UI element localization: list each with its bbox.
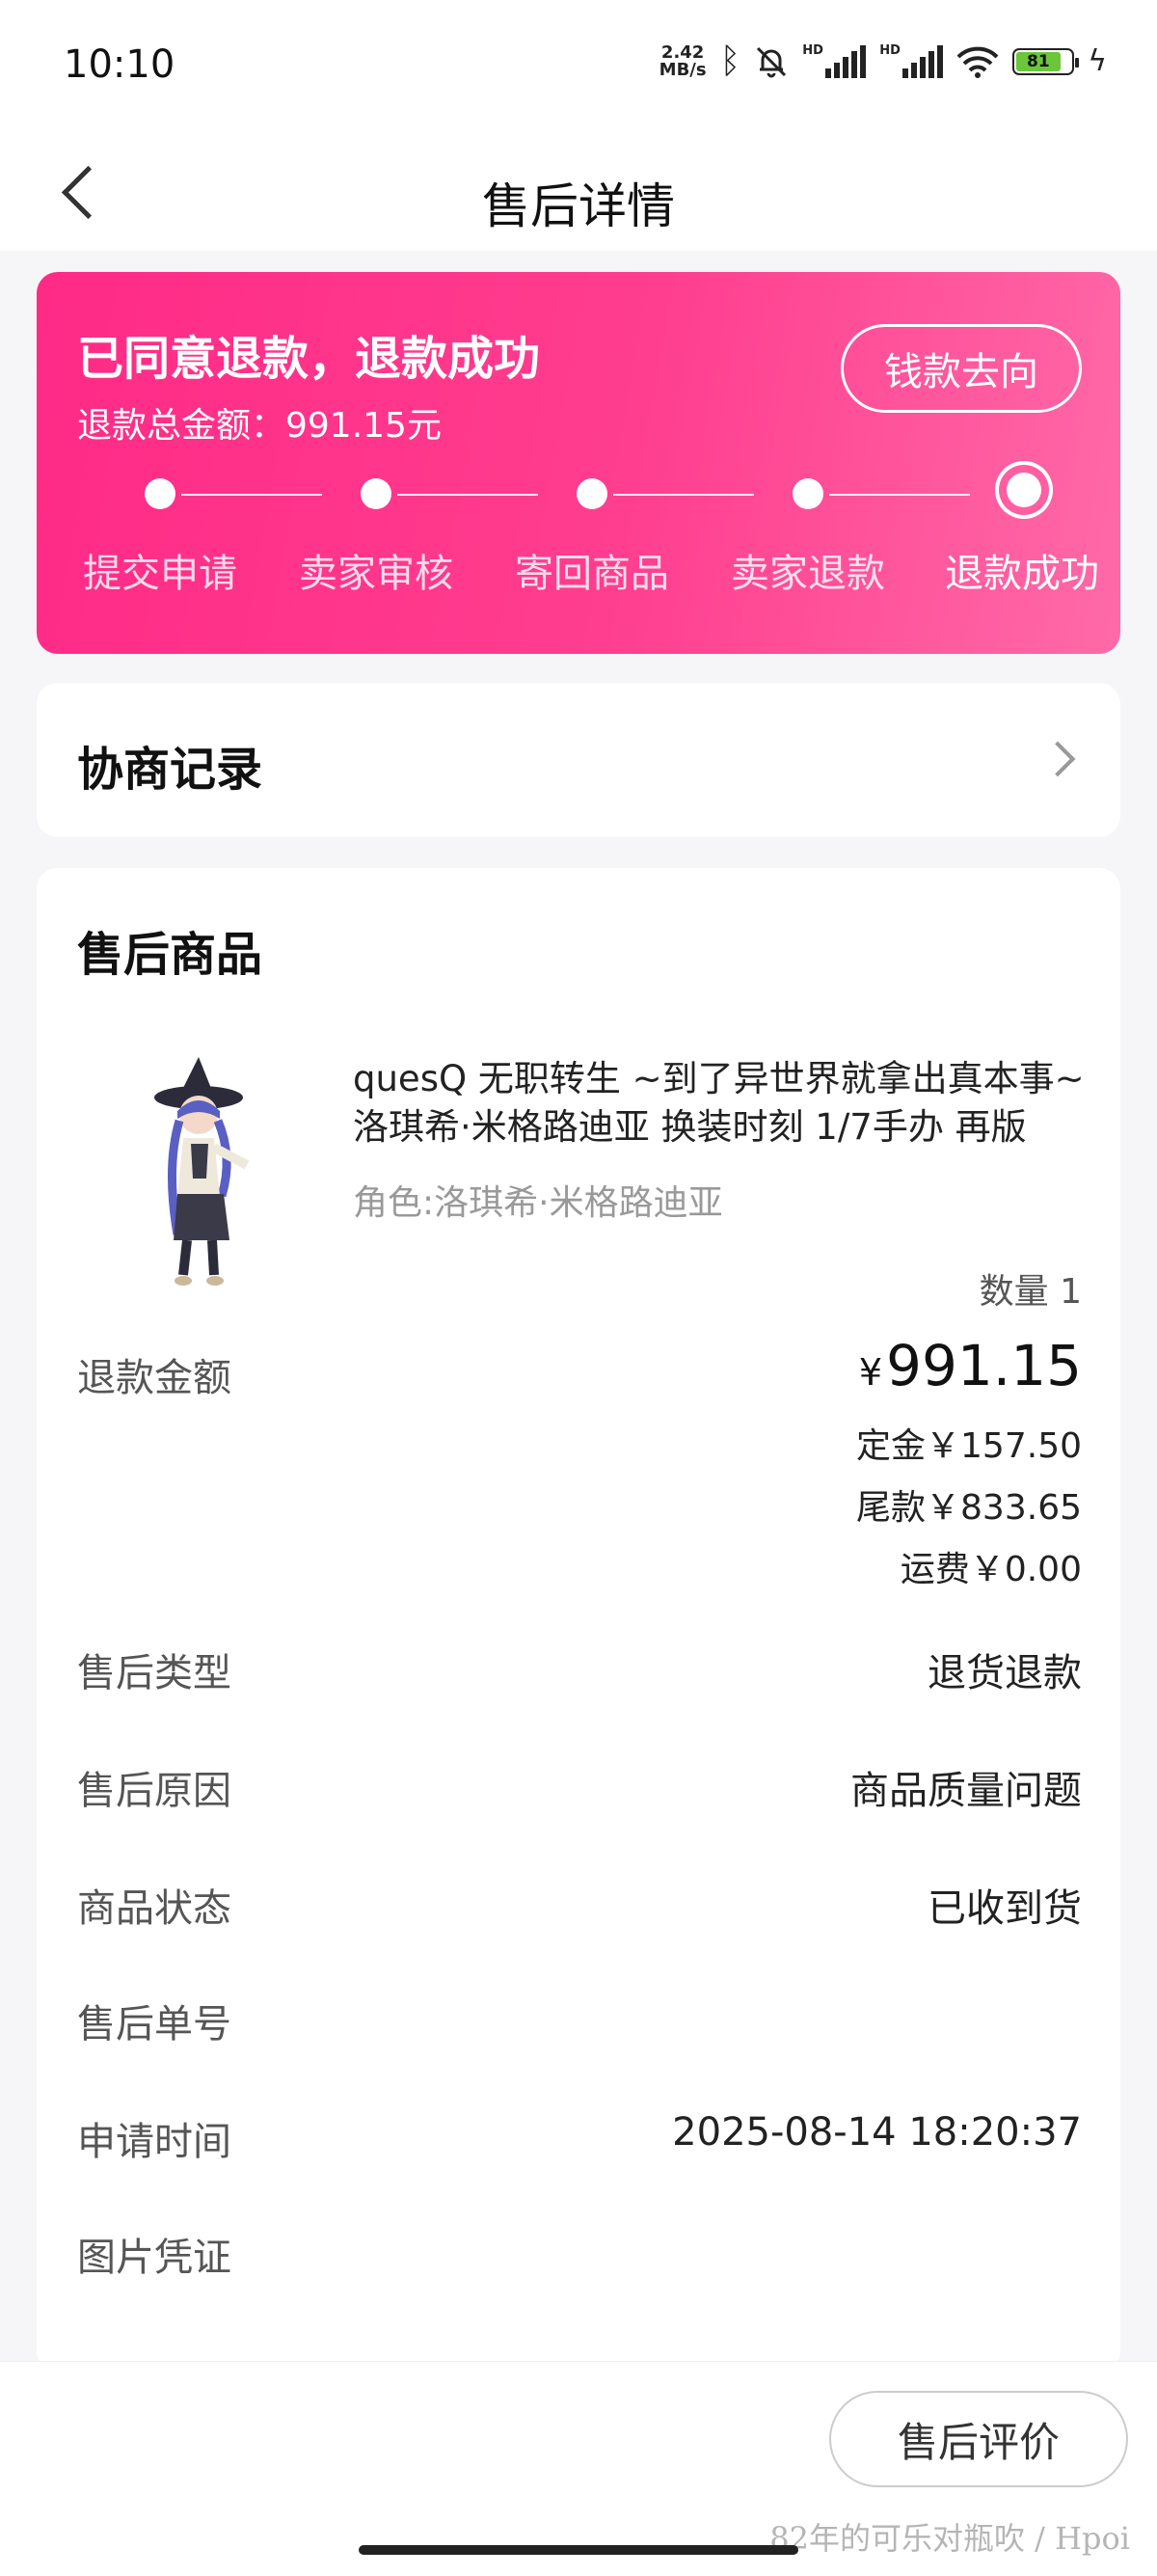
evidence-label: 图片凭证 bbox=[77, 2236, 231, 2280]
money-destination-button[interactable]: 钱款去向 bbox=[841, 324, 1082, 413]
after-sale-product-card: 售后商品 quesQ 无职转生 ~到了异世界就拿出真本事~ 洛琪希·米格路迪亚 … bbox=[37, 868, 1120, 2373]
step-connector bbox=[613, 494, 754, 496]
charging-icon: ϟ bbox=[1088, 44, 1107, 78]
currency-symbol: ¥ bbox=[858, 1351, 883, 1394]
balance-amount: 尾款￥833.65 bbox=[856, 1488, 1082, 1528]
step-label-current: 退款成功 bbox=[945, 552, 1099, 596]
refund-amount-value: ¥991.15 bbox=[859, 1333, 1082, 1398]
refund-total: 退款总金额：991.15元 bbox=[77, 406, 442, 446]
mute-bell-icon bbox=[757, 46, 787, 78]
after-sale-no-label: 售后单号 bbox=[77, 2002, 231, 2047]
refund-amount: 991.15 bbox=[886, 1333, 1082, 1398]
step-dot bbox=[793, 478, 823, 509]
step-dot-current bbox=[1007, 473, 1041, 507]
step-connector bbox=[829, 494, 970, 496]
after-sale-type-label: 售后类型 bbox=[77, 1651, 231, 1695]
after-sale-review-button[interactable]: 售后评价 bbox=[829, 2391, 1128, 2487]
after-sale-type-value: 退货退款 bbox=[928, 1651, 1082, 1695]
shipping-amount: 运费￥0.00 bbox=[900, 1550, 1082, 1589]
step-label: 提交申请 bbox=[83, 552, 237, 596]
product-quantity: 数量 1 bbox=[979, 1272, 1082, 1312]
refund-status-title: 已同意退款，退款成功 bbox=[77, 332, 541, 386]
deposit-amount: 定金￥157.50 bbox=[856, 1426, 1082, 1466]
home-indicator[interactable] bbox=[359, 2545, 798, 2555]
bluetooth-icon: ᛒ bbox=[719, 41, 741, 81]
step-label: 卖家退款 bbox=[731, 552, 885, 596]
nav-bar: 售后详情 bbox=[0, 135, 1157, 251]
section-title: 售后商品 bbox=[77, 928, 263, 982]
refund-status-card: 已同意退款，退款成功 退款总金额：991.15元 钱款去向 提交申请 卖家审核 … bbox=[37, 272, 1120, 654]
status-icons: 2.42 MB/s ᛒ HD HD 81 ϟ bbox=[659, 41, 1107, 81]
bottom-action-bar: 售后评价 82年的可乐对瓶吹 / Hpoi bbox=[0, 2361, 1157, 2576]
clock: 10:10 bbox=[64, 42, 175, 87]
product-name[interactable]: quesQ 无职转生 ~到了异世界就拿出真本事~ 洛琪希·米格路迪亚 换装时刻 … bbox=[353, 1055, 1086, 1152]
apply-time-value: 2025-08-14 18:20:37 bbox=[672, 2110, 1082, 2155]
refund-amount-label: 退款金额 bbox=[77, 1356, 231, 1400]
status-bar: 10:10 2.42 MB/s ᛒ HD HD 81 ϟ bbox=[0, 0, 1157, 135]
step-connector bbox=[397, 494, 538, 496]
network-speed: 2.42 MB/s bbox=[659, 42, 707, 80]
product-thumbnail[interactable] bbox=[94, 1051, 287, 1292]
chevron-right-icon bbox=[1039, 741, 1076, 777]
after-sale-reason-label: 售后原因 bbox=[77, 1769, 231, 1813]
battery-icon: 81 bbox=[1012, 48, 1080, 75]
goods-status-value: 已收到货 bbox=[928, 1886, 1082, 1931]
page-title: 售后详情 bbox=[482, 178, 675, 234]
step-label: 卖家审核 bbox=[299, 552, 453, 596]
negotiation-title: 协商记录 bbox=[77, 743, 263, 797]
watermark: 82年的可乐对瓶吹 / Hpoi bbox=[769, 2520, 1130, 2557]
step-dot bbox=[577, 478, 607, 509]
step-label: 寄回商品 bbox=[515, 552, 669, 596]
goods-status-label: 商品状态 bbox=[77, 1886, 231, 1931]
signal-icon: HD bbox=[802, 43, 867, 78]
wifi-icon bbox=[956, 46, 999, 78]
product-spec: 角色:洛琪希·米格路迪亚 bbox=[353, 1183, 723, 1223]
negotiation-record-row[interactable]: 协商记录 bbox=[37, 683, 1120, 837]
step-dot bbox=[361, 478, 391, 509]
signal-icon-2: HD bbox=[879, 43, 944, 78]
apply-time-label: 申请时间 bbox=[77, 2120, 231, 2164]
step-dot bbox=[145, 478, 175, 509]
step-connector bbox=[181, 494, 322, 496]
after-sale-reason-value: 商品质量问题 bbox=[850, 1769, 1082, 1813]
